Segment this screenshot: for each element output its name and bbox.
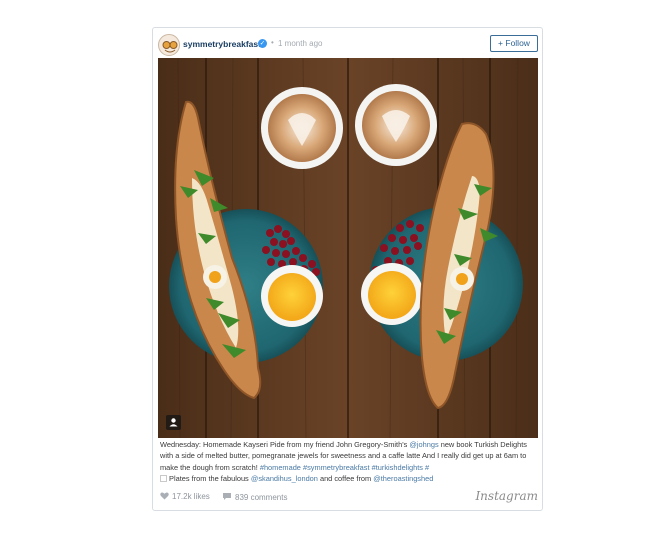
instagram-embed-card: symmetrybreakfast ✓ • 1 month ago + Foll… bbox=[152, 27, 543, 511]
hashtag-truncated[interactable]: # bbox=[425, 463, 429, 472]
likes-label: 17.2k likes bbox=[172, 492, 210, 501]
follow-button[interactable]: + Follow bbox=[490, 35, 538, 52]
avatar[interactable] bbox=[158, 34, 180, 56]
heart-icon bbox=[160, 492, 169, 500]
caption-text: Plates from the fabulous bbox=[167, 473, 251, 483]
mention-theroastingshed[interactable]: @theroastingshed bbox=[373, 474, 433, 483]
post-timestamp[interactable]: 1 month ago bbox=[278, 39, 322, 48]
likes-count[interactable]: 17.2k likes bbox=[160, 492, 210, 501]
verified-badge-icon: ✓ bbox=[258, 39, 267, 48]
placeholder-glyph-icon bbox=[160, 474, 167, 482]
caption-text: and coffee from bbox=[317, 473, 374, 483]
post-header: symmetrybreakfast ✓ • 1 month ago + Foll… bbox=[153, 28, 542, 60]
mention-skandihus-london[interactable]: @skandihus_london bbox=[251, 474, 318, 483]
hashtag-turkishdelights[interactable]: #turkishdelights bbox=[372, 463, 423, 472]
breakfast-photo-illustration bbox=[158, 58, 538, 438]
post-footer: 17.2k likes 839 comments Instagram bbox=[160, 489, 538, 506]
user-tag-icon[interactable] bbox=[166, 415, 181, 430]
post-photo[interactable] bbox=[158, 58, 538, 438]
post-caption: Wednesday: Homemade Kayseri Pide from my… bbox=[160, 439, 540, 484]
instagram-logo[interactable]: Instagram bbox=[475, 489, 538, 503]
separator-dot: • bbox=[271, 38, 274, 47]
username-link[interactable]: symmetrybreakfast bbox=[183, 39, 261, 49]
comments-count[interactable]: 839 comments bbox=[222, 492, 287, 502]
mention-johngs[interactable]: @johngs bbox=[409, 440, 438, 449]
comment-bubble-icon bbox=[223, 493, 231, 500]
comments-label: 839 comments bbox=[235, 493, 288, 502]
hashtag-symmetrybreakfast[interactable]: #symmetrybreakfast bbox=[303, 463, 370, 472]
caption-text: Wednesday: Homemade Kayseri Pide from my… bbox=[160, 440, 410, 449]
hashtag-homemade[interactable]: #homemade bbox=[260, 463, 301, 472]
